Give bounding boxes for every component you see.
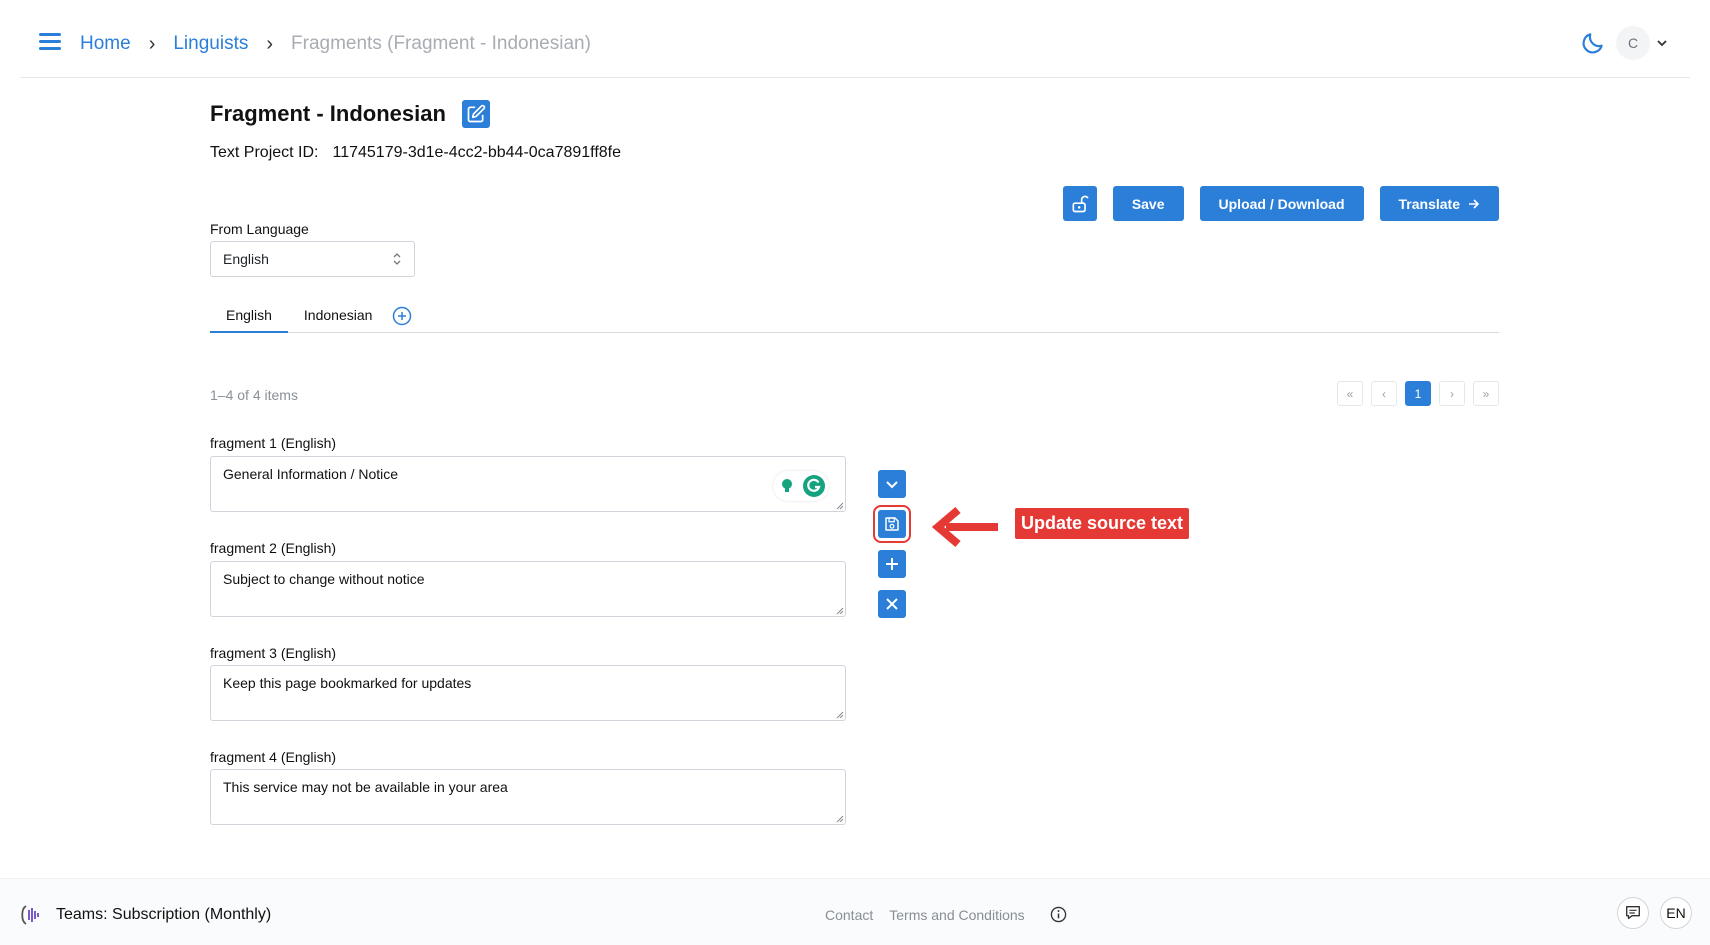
fragment-input[interactable]: Subject to change without notice: [210, 561, 846, 617]
project-id-value: 11745179-3d1e-4cc2-bb44-0ca7891ff8fe: [332, 144, 622, 161]
fragment-text: Keep this page bookmarked for updates: [223, 675, 472, 691]
logo-icon: [21, 905, 39, 925]
tab-english[interactable]: English: [210, 300, 288, 333]
annotation-label: Update source text: [1015, 508, 1190, 539]
tab-indonesian[interactable]: Indonesian: [288, 300, 389, 333]
from-language-select[interactable]: English: [210, 241, 415, 277]
upload-download-button[interactable]: Upload / Download: [1199, 186, 1364, 221]
footer: Teams: Subscription (Monthly) Contact Te…: [0, 878, 1710, 945]
fragment-label: fragment 1 (English): [210, 435, 337, 451]
page-button[interactable]: 1: [1405, 381, 1431, 406]
breadcrumb-home[interactable]: Home: [80, 33, 131, 55]
top-bar: Home › Linguists › Fragments (Fragment -…: [20, 0, 1690, 78]
breadcrumb: Home › Linguists › Fragments (Fragment -…: [80, 30, 591, 58]
expand-button[interactable]: [878, 470, 906, 498]
items-count: 1–4 of 4 items: [210, 387, 298, 403]
last-page-button[interactable]: »: [1473, 381, 1499, 406]
add-fragment-button[interactable]: [878, 550, 906, 578]
page-title: Fragment - Indonesian: [210, 101, 446, 126]
chevron-down-icon: [886, 481, 898, 489]
save-icon: [885, 517, 899, 531]
chevron-right-icon: ›: [266, 32, 274, 55]
fragment-input[interactable]: General Information / Notice: [210, 456, 846, 512]
fragment-input[interactable]: This service may not be available in you…: [210, 769, 846, 825]
next-page-button[interactable]: ›: [1439, 381, 1465, 406]
from-language-value: English: [223, 251, 269, 267]
resize-handle-icon[interactable]: [836, 607, 844, 615]
unlock-icon: [1072, 195, 1089, 212]
fragment-text: This service may not be available in you…: [223, 779, 508, 795]
fragment-input[interactable]: Keep this page bookmarked for updates: [210, 665, 846, 721]
first-page-button[interactable]: «: [1337, 381, 1363, 406]
resize-handle-icon[interactable]: [836, 502, 844, 510]
project-id-label: Text Project ID:: [210, 144, 319, 161]
select-arrows-icon: [393, 253, 401, 265]
fragment-text: Subject to change without notice: [223, 571, 425, 587]
menu-icon[interactable]: [39, 33, 61, 51]
avatar: C: [1616, 26, 1650, 60]
from-language-label: From Language: [210, 221, 309, 237]
contact-link[interactable]: Contact: [825, 907, 873, 923]
translate-label: Translate: [1398, 195, 1460, 212]
update-source-button[interactable]: [873, 505, 911, 543]
title-row: Fragment - Indonesian: [210, 100, 490, 128]
close-icon: [886, 598, 898, 610]
user-menu[interactable]: C: [1616, 26, 1668, 60]
arrow-left-icon: [932, 506, 998, 548]
action-bar: Save Upload / Download Translate: [1062, 186, 1499, 221]
team-subscription: Teams: Subscription (Monthly): [56, 906, 272, 923]
footer-links: Contact Terms and Conditions: [825, 907, 1025, 923]
chevron-right-icon: ›: [148, 32, 156, 55]
fragment-text: General Information / Notice: [223, 466, 399, 482]
language-tabs: English Indonesian: [210, 300, 1499, 333]
delete-fragment-button[interactable]: [878, 590, 906, 618]
info-icon[interactable]: [1050, 906, 1067, 923]
translate-button[interactable]: Translate: [1379, 186, 1499, 221]
fragment-label: fragment 3 (English): [210, 645, 337, 661]
terms-link[interactable]: Terms and Conditions: [889, 907, 1024, 923]
plus-icon: [886, 558, 898, 570]
moon-icon[interactable]: [1580, 30, 1606, 56]
add-language-icon[interactable]: [392, 306, 412, 326]
edit-icon: [467, 104, 486, 123]
resize-handle-icon[interactable]: [836, 711, 844, 719]
grammarly-icon: [803, 475, 825, 497]
pagination: « ‹ 1 › »: [1337, 381, 1499, 406]
language-button[interactable]: EN: [1660, 897, 1692, 929]
save-button[interactable]: Save: [1112, 186, 1184, 221]
grammarly-widget[interactable]: [773, 471, 829, 501]
fragment-label: fragment 4 (English): [210, 749, 337, 765]
bulb-icon: [777, 476, 797, 496]
project-id: Text Project ID: 11745179-3d1e-4cc2-bb44-…: [210, 144, 621, 162]
unlock-button[interactable]: [1062, 186, 1097, 221]
chat-button[interactable]: [1617, 897, 1649, 929]
arrow-right-icon: [1469, 198, 1480, 209]
chat-icon: [1626, 906, 1640, 920]
breadcrumb-current: Fragments (Fragment - Indonesian): [291, 33, 591, 54]
fragment-label: fragment 2 (English): [210, 540, 337, 556]
breadcrumb-linguists[interactable]: Linguists: [173, 33, 248, 55]
resize-handle-icon[interactable]: [836, 815, 844, 823]
chevron-down-icon: [1657, 40, 1667, 47]
edit-title-button[interactable]: [461, 100, 490, 128]
prev-page-button[interactable]: ‹: [1371, 381, 1397, 406]
